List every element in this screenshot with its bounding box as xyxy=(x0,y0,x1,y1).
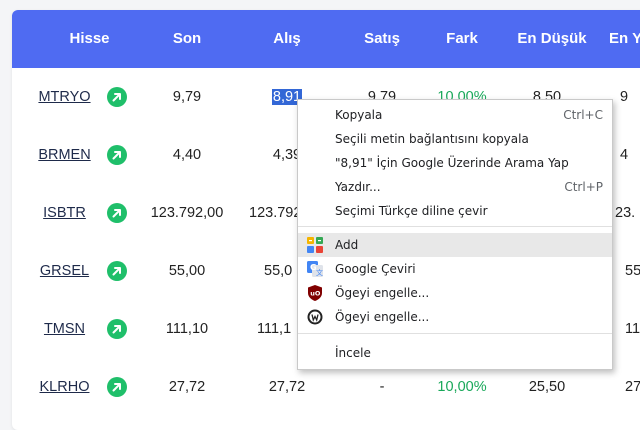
trend-up-icon xyxy=(107,87,127,107)
price-son: 4,40 xyxy=(172,147,202,163)
col-header-son[interactable]: Son xyxy=(157,10,217,68)
price-en-yuksek: 9 xyxy=(620,89,629,105)
menu-item-shortcut: Ctrl+C xyxy=(563,108,603,122)
menu-item-inspect[interactable]: İncele xyxy=(298,341,612,365)
menu-item-add[interactable]: Add xyxy=(298,233,612,257)
stock-symbol-link[interactable]: MTRYO xyxy=(32,68,97,126)
stock-symbol-link[interactable]: ISBTR xyxy=(32,184,97,242)
stock-symbol-link[interactable]: TMSN xyxy=(32,300,97,358)
menu-item-google-translate[interactable]: G 文 Google Çeviri xyxy=(298,257,612,281)
trend-up-icon xyxy=(107,203,127,223)
menu-item-block-element-ublock[interactable]: uO Ögeyi engelle... xyxy=(298,281,612,305)
menu-item-copy-link-to-highlight[interactable]: Seçili metin bağlantısını kopyala xyxy=(298,127,612,151)
menu-item-translate-selection[interactable]: Seçimi Türkçe diline çevir xyxy=(298,199,612,223)
menu-item-label: Google Çeviri xyxy=(335,262,416,276)
svg-text:文: 文 xyxy=(316,268,323,277)
price-son: 9,79 xyxy=(172,89,202,105)
stock-symbol-link[interactable]: GRSEL xyxy=(32,242,97,300)
table-header: Hisse Son Alış Satış Fark En Düşük En Y xyxy=(12,10,640,68)
adblock-icon xyxy=(307,309,323,325)
menu-item-label: Seçili metin bağlantısını kopyala xyxy=(335,132,529,146)
price-son: 27,72 xyxy=(168,379,206,395)
menu-item-label: "8,91" İçin Google Üzerinde Arama Yap xyxy=(335,156,569,170)
col-header-satis[interactable]: Satış xyxy=(352,10,412,68)
price-son: 111,10 xyxy=(165,321,209,337)
price-son: 123.792,00 xyxy=(150,205,224,221)
trend-up-icon xyxy=(107,145,127,165)
menu-item-label: Kopyala xyxy=(335,108,383,122)
menu-item-label: Seçimi Türkçe diline çevir xyxy=(335,204,488,218)
price-son: 55,00 xyxy=(168,263,206,279)
menu-item-label: Yazdır... xyxy=(335,180,381,194)
trend-up-icon xyxy=(107,377,127,397)
price-en-yuksek: 55 xyxy=(625,263,640,279)
trend-up-icon xyxy=(107,261,127,281)
trend-up-icon xyxy=(107,319,127,339)
price-en-yuksek: 4 xyxy=(620,147,629,163)
price-en-yuksek: 23. xyxy=(615,205,636,221)
menu-item-label: İncele xyxy=(335,346,371,360)
menu-divider xyxy=(298,333,612,334)
col-header-alis[interactable]: Alış xyxy=(257,10,317,68)
menu-item-copy[interactable]: Kopyala Ctrl+C xyxy=(298,103,612,127)
menu-item-label: Ögeyi engelle... xyxy=(335,310,430,324)
stock-symbol-link[interactable]: BRMEN xyxy=(32,126,97,184)
google-translate-icon: G 文 xyxy=(307,261,323,277)
ublock-icon: uO xyxy=(308,285,322,301)
price-en-yuksek: 27 xyxy=(625,379,640,395)
col-header-en-yuksek[interactable]: En Y xyxy=(609,10,640,68)
stock-symbol-link[interactable]: KLRHO xyxy=(32,358,97,416)
menu-item-print[interactable]: Yazdır... Ctrl+P xyxy=(298,175,612,199)
col-header-en-dusuk[interactable]: En Düşük xyxy=(507,10,597,68)
context-menu: Kopyala Ctrl+C Seçili metin bağlantısını… xyxy=(297,99,613,370)
menu-item-label: Add xyxy=(335,238,359,252)
menu-item-shortcut: Ctrl+P xyxy=(564,180,603,194)
menu-item-search-google[interactable]: "8,91" İçin Google Üzerinde Arama Yap xyxy=(298,151,612,175)
menu-item-block-element-adblock[interactable]: Ögeyi engelle... xyxy=(298,305,612,329)
menu-item-label: Ögeyi engelle... xyxy=(335,286,430,300)
svg-text:uO: uO xyxy=(310,290,321,298)
add-extension-icon xyxy=(307,237,323,253)
menu-divider xyxy=(298,226,612,227)
col-header-hisse[interactable]: Hisse xyxy=(52,10,127,68)
price-en-yuksek: 11 xyxy=(625,321,640,337)
col-header-fark[interactable]: Fark xyxy=(432,10,492,68)
